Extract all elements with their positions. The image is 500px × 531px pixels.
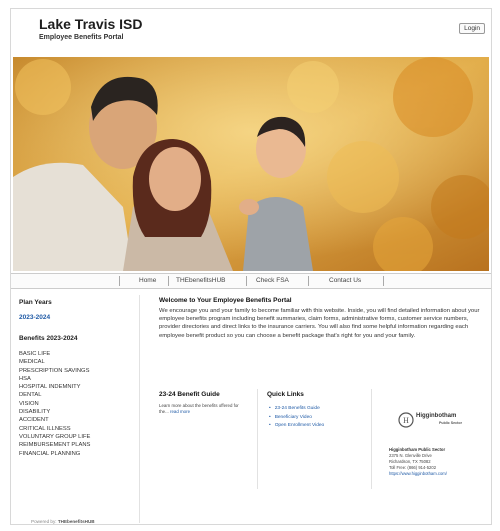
nav-separator bbox=[168, 276, 169, 286]
footer-prefix: Powered by: bbox=[31, 519, 57, 524]
site-title: Lake Travis ISD bbox=[39, 16, 143, 32]
sidebar-item-vision[interactable]: VISION bbox=[19, 400, 139, 408]
site-subtitle: Employee Benefits Portal bbox=[39, 34, 124, 41]
nav-separator bbox=[308, 276, 309, 286]
sidebar-item-prescription-savings[interactable]: PRESCRIPTION SAVINGS bbox=[19, 367, 139, 375]
logo-tagline: Public Sector bbox=[439, 421, 462, 425]
logo-wordmark: Higginbotham bbox=[416, 413, 457, 419]
benefit-guide-title: 23-24 Benefit Guide bbox=[159, 391, 220, 398]
quick-link-open-enrollment-video[interactable]: Open Enrollment Video bbox=[269, 422, 325, 431]
sidebar-item-hsa[interactable]: HSA bbox=[19, 375, 139, 383]
welcome-body: We encourage you and your family to beco… bbox=[159, 308, 480, 339]
nav-contact-us[interactable]: Contact Us bbox=[329, 277, 361, 284]
quick-link-benefits-guide[interactable]: 23-24 Benefits Guide bbox=[269, 405, 324, 414]
read-more-link[interactable]: read more bbox=[170, 409, 190, 414]
main-nav: Home THEbenefitsHUB Check FSA Contact Us bbox=[11, 273, 491, 289]
login-button[interactable]: Login bbox=[459, 23, 485, 34]
sidebar-item-critical-illness[interactable]: CRITICAL ILLNESS bbox=[19, 425, 139, 433]
nav-separator bbox=[119, 276, 120, 286]
quick-links-title: Quick Links bbox=[267, 391, 304, 398]
benefit-guide-text: Learn more about the benefits offered fo… bbox=[159, 403, 249, 415]
welcome-title: Welcome to Your Employee Benefits Portal bbox=[159, 297, 292, 304]
footer: Powered by: THEbenefitsHUB bbox=[31, 519, 95, 524]
family-photo bbox=[13, 57, 489, 271]
plan-year-link[interactable]: 2023-2024 bbox=[19, 314, 139, 321]
page-frame: Lake Travis ISD Employee Benefits Portal… bbox=[10, 8, 492, 525]
quick-link-beneficiary-video[interactable]: Beneficiary Video bbox=[269, 414, 324, 423]
column-divider bbox=[139, 295, 140, 523]
sidebar-item-financial-planning[interactable]: FINANCIAL PLANNING bbox=[19, 450, 139, 458]
column-divider bbox=[257, 389, 258, 489]
sidebar-item-basic-life[interactable]: BASIC LIFE bbox=[19, 350, 139, 358]
nav-separator bbox=[246, 276, 247, 286]
quick-links-list: 23-24 Benefits Guide Beneficiary Video O… bbox=[269, 405, 325, 431]
benefits-heading: Benefits 2023-2024 bbox=[19, 335, 78, 342]
column-divider bbox=[371, 389, 372, 489]
sidebar-item-dental[interactable]: DENTAL bbox=[19, 391, 139, 399]
sidebar-item-voluntary-group-life[interactable]: VOLUNTARY GROUP LIFE bbox=[19, 433, 139, 441]
sidebar-item-reimbursement-plans[interactable]: REIMBURSEMENT PLANS bbox=[19, 441, 139, 449]
plan-years-heading: Plan Years bbox=[19, 299, 52, 306]
sidebar-item-accident[interactable]: ACCIDENT bbox=[19, 416, 139, 424]
hero-image bbox=[13, 57, 489, 271]
provider-address: Higginbotham Public Sector 2375 N. Glenv… bbox=[389, 447, 447, 477]
nav-check-fsa[interactable]: Check FSA bbox=[256, 277, 289, 284]
sidebar: Plan Years 2023-2024 Benefits 2023-2024 … bbox=[19, 295, 139, 458]
header: Lake Travis ISD Employee Benefits Portal… bbox=[11, 9, 491, 55]
sidebar-item-medical[interactable]: MEDICAL bbox=[19, 358, 139, 366]
nav-home[interactable]: Home bbox=[139, 277, 156, 284]
svg-text:H: H bbox=[403, 416, 409, 425]
sidebar-item-hospital-indemnity[interactable]: HOSPITAL INDEMNITY bbox=[19, 383, 139, 391]
sidebar-item-disability[interactable]: DISABILITY bbox=[19, 408, 139, 416]
footer-brand[interactable]: THEbenefitsHUB bbox=[58, 519, 95, 524]
provider-website-link[interactable]: https://www.higginbotham.com/ bbox=[389, 471, 447, 477]
nav-benefits-hub[interactable]: THEbenefitsHUB bbox=[176, 277, 226, 284]
nav-separator bbox=[383, 276, 384, 286]
